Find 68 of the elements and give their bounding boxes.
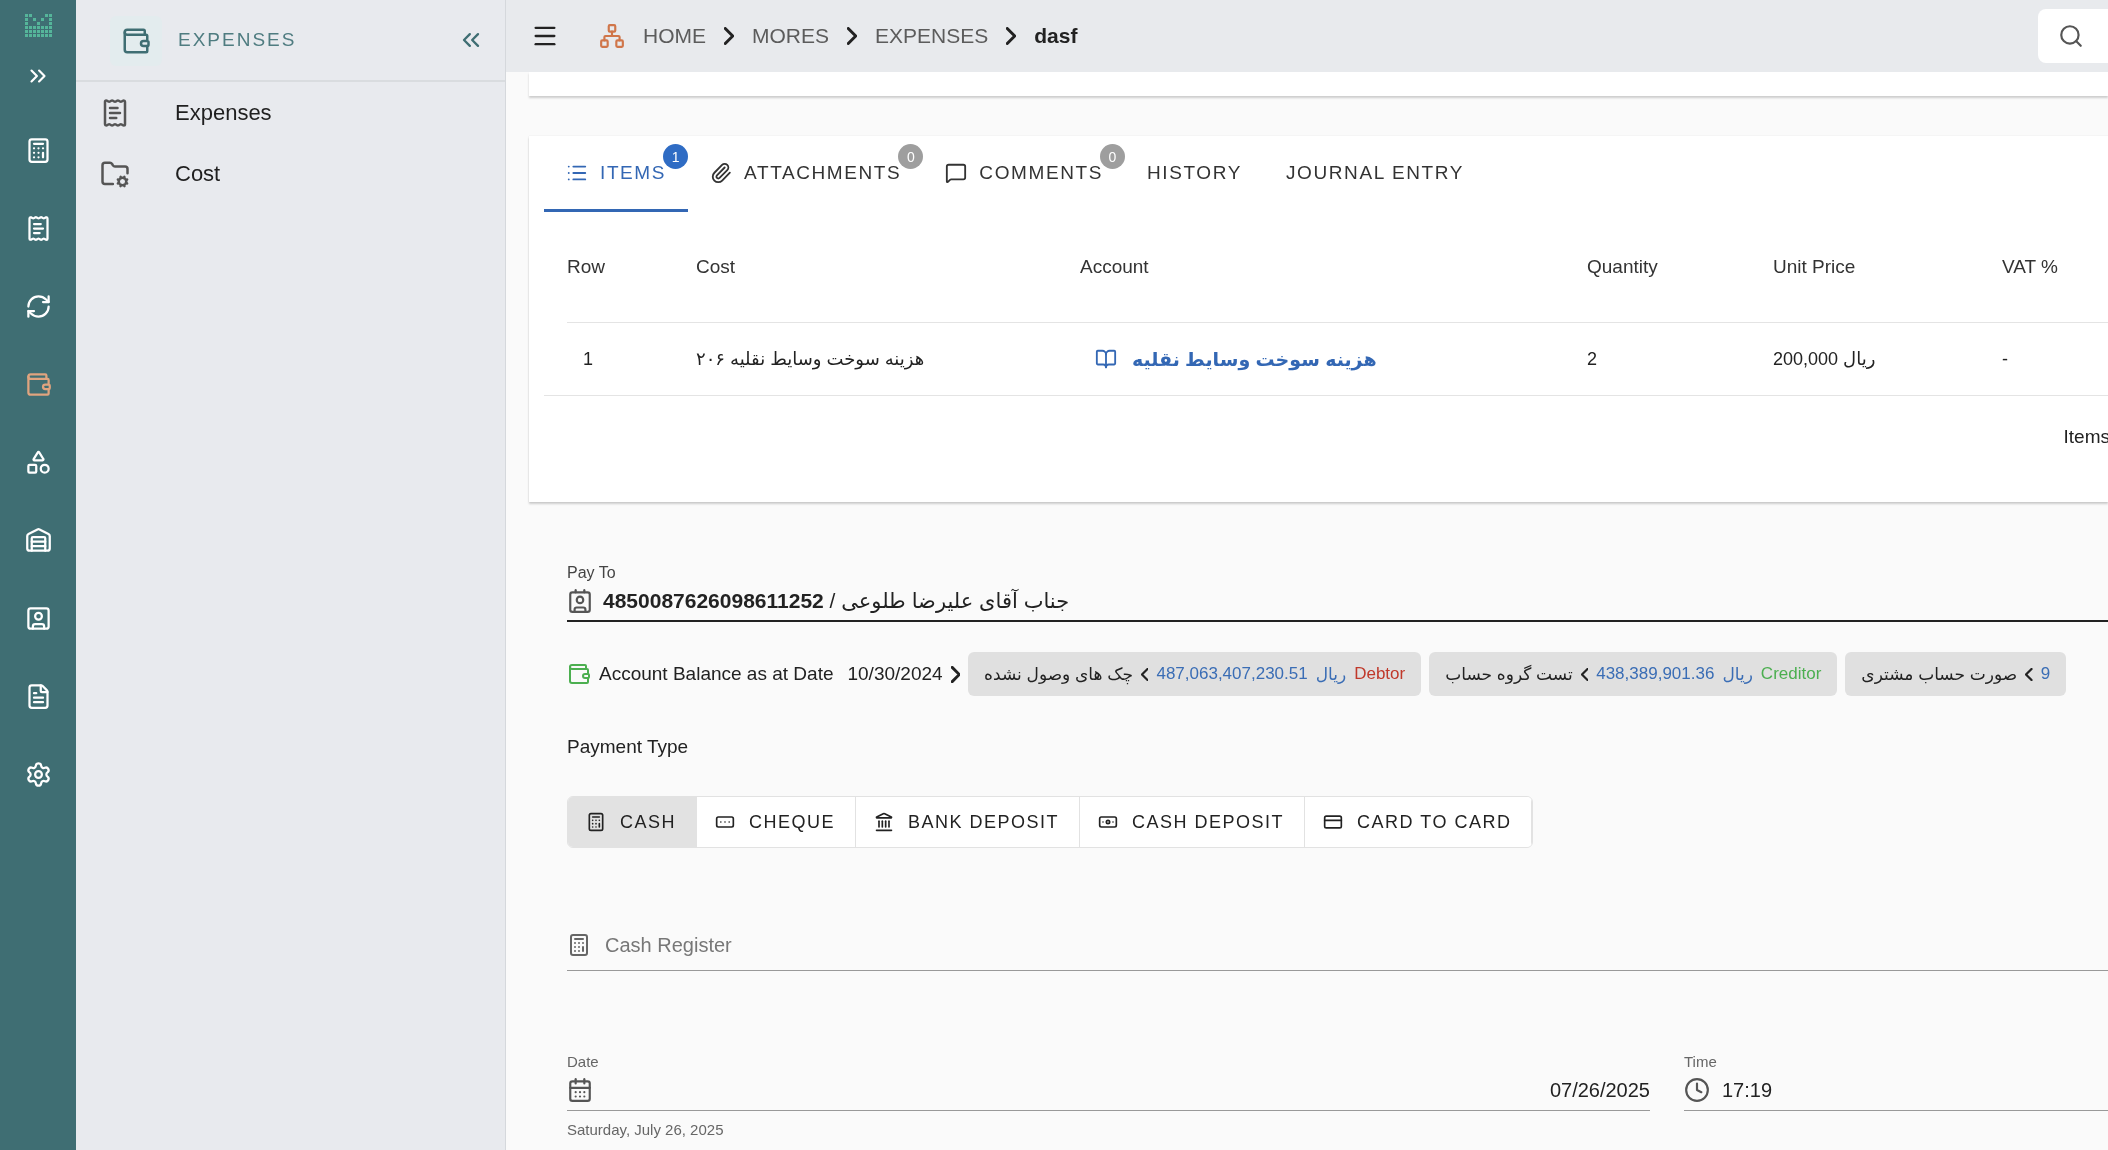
hierarchy-icon <box>599 23 625 49</box>
search-icon <box>2058 23 2084 49</box>
logo-icon <box>24 14 52 37</box>
contact-card-icon <box>24 604 52 632</box>
sidebar-item[interactable]: Cost <box>76 143 505 204</box>
paperclip-icon <box>710 161 733 184</box>
chevron-icon <box>1580 667 1589 681</box>
shapes-icon <box>24 448 52 476</box>
table-cell-text: 2 <box>1587 347 1598 371</box>
column-header: Row <box>567 212 696 323</box>
settings-icon <box>24 760 52 788</box>
column-header: Quantity <box>1587 212 1773 323</box>
column-header: VAT % <box>2002 212 2108 323</box>
tab[interactable]: ITEMS 1 <box>544 136 689 212</box>
warehouse-icon <box>24 526 52 554</box>
bank-icon <box>874 812 895 832</box>
balance-label: Account Balance as at Date <box>599 663 834 685</box>
payment-type-button[interactable]: CASH <box>568 797 697 847</box>
tab[interactable]: JOURNAL ENTRY <box>1263 136 1487 212</box>
breadcrumb-link[interactable]: MORES <box>752 24 829 48</box>
chevron-icon <box>1140 667 1149 681</box>
field-label: Pay To <box>567 564 617 582</box>
breadcrumb-link[interactable]: EXPENSES <box>875 24 989 48</box>
chevron-icon <box>847 27 857 45</box>
chevron-icon <box>724 27 734 45</box>
column-header: Cost <box>696 212 1080 323</box>
tab[interactable]: HISTORY <box>1125 136 1264 212</box>
time-value[interactable]: 17:19 <box>1722 1078 1773 1102</box>
credit-card-icon <box>1323 812 1344 832</box>
field-label: Time <box>1684 1053 1718 1070</box>
sidebar-title: EXPENSES <box>178 29 298 51</box>
count-badge: 0 <box>898 144 924 169</box>
book-icon <box>1095 348 1117 370</box>
refresh-icon <box>24 292 52 320</box>
count-badge: 1 <box>663 144 689 169</box>
date-value[interactable]: 07/26/2025 <box>1549 1078 1650 1102</box>
wallet-icon <box>567 662 591 686</box>
count-badge: 0 <box>1100 144 1125 169</box>
cash-register-field[interactable]: Cash Register <box>603 932 2108 958</box>
tab[interactable]: ATTACHMENTS 0 <box>688 136 924 212</box>
table-cell-text: 1 <box>582 347 594 371</box>
date-helper-text: Saturday, July 26, 2025 <box>567 1121 725 1138</box>
clock-icon <box>1684 1077 1710 1103</box>
table-cell-text: 200,000 ریال <box>1773 348 1877 371</box>
payment-type-label: Payment Type <box>567 736 690 758</box>
account-link[interactable]: هزینه سوخت وسایط نقلیه <box>1117 347 1377 371</box>
wallet-icon <box>24 370 52 398</box>
contact-icon <box>567 588 593 614</box>
payment-type-button[interactable]: CARD TO CARD <box>1305 797 1533 847</box>
chevron-icon <box>1006 27 1017 45</box>
field-label: Date <box>567 1053 600 1070</box>
column-header: Unit Price <box>1773 212 2002 323</box>
balance-date: 10/30/2024 <box>847 663 943 685</box>
payment-type-button[interactable]: BANK DEPOSIT <box>856 797 1081 847</box>
tab[interactable]: COMMENTS 0 <box>923 136 1125 212</box>
table-cell-text: - <box>2002 347 2009 371</box>
payment-type-button[interactable]: CASH DEPOSIT <box>1080 797 1306 847</box>
payment-type-button[interactable]: CHEQUE <box>697 797 857 847</box>
breadcrumb-link[interactable]: dasf <box>1034 24 1078 48</box>
table-cell-text: هزینه سوخت وسایط نقلیه ۲۰۶ <box>696 348 926 372</box>
sidebar-item[interactable]: Expenses <box>76 82 505 143</box>
chevron-icon <box>950 665 961 683</box>
breadcrumb-link[interactable]: HOME <box>643 24 706 48</box>
calendar-icon <box>567 1077 593 1103</box>
chevron-icon <box>2025 667 2033 681</box>
column-header: Account <box>1080 212 1587 323</box>
comment-icon <box>945 161 968 184</box>
search-button[interactable] <box>2038 9 2108 63</box>
